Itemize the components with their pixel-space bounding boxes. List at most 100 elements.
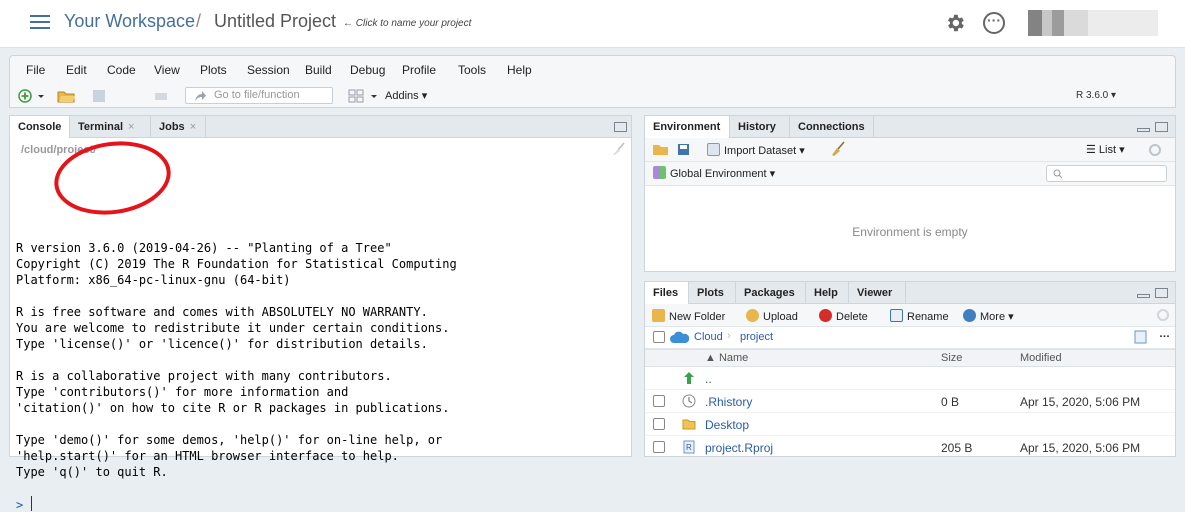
menu-view[interactable]: View bbox=[154, 63, 180, 77]
file-name[interactable]: .. bbox=[705, 372, 712, 386]
addins-menu[interactable]: Addins ▾ bbox=[385, 89, 427, 102]
maximize-pane-icon[interactable] bbox=[1155, 122, 1168, 132]
chevron-down-icon[interactable] bbox=[37, 89, 45, 103]
environment-search-input[interactable] bbox=[1046, 165, 1167, 182]
print-icon bbox=[155, 93, 167, 100]
menu-build[interactable]: Build bbox=[305, 63, 332, 77]
minimize-pane-icon[interactable] bbox=[1137, 128, 1150, 132]
menu-profile[interactable]: Profile bbox=[402, 63, 436, 77]
menu-edit[interactable]: Edit bbox=[66, 63, 87, 77]
rename-button[interactable]: Rename bbox=[890, 309, 949, 323]
tab-history[interactable]: History bbox=[730, 116, 790, 138]
clear-console-broom-icon[interactable] bbox=[610, 142, 626, 156]
menu-debug[interactable]: Debug bbox=[350, 63, 385, 77]
delete-button[interactable]: Delete bbox=[819, 309, 868, 323]
goto-file-input[interactable]: Go to file/function bbox=[185, 87, 333, 104]
column-name-label: Name bbox=[718, 352, 749, 364]
table-row[interactable]: .Rhistory 0 B Apr 15, 2020, 5:06 PM bbox=[645, 390, 1175, 413]
file-modified: Apr 15, 2020, 5:06 PM bbox=[1020, 441, 1141, 455]
menu-session[interactable]: Session bbox=[247, 63, 290, 77]
column-size-header[interactable]: Size bbox=[941, 352, 962, 364]
addins-label: Addins bbox=[385, 90, 419, 102]
breadcrumb-cloud[interactable]: Cloud bbox=[694, 331, 723, 343]
environment-toolbar: Import Dataset ▾ ☰ List ▾ bbox=[645, 138, 1175, 162]
tab-connections[interactable]: Connections bbox=[790, 116, 874, 138]
tab-environment[interactable]: Environment bbox=[645, 116, 730, 138]
table-row[interactable]: R project.Rproj 205 B Apr 15, 2020, 5:06… bbox=[645, 436, 1175, 459]
upload-label: Upload bbox=[763, 311, 798, 323]
row-checkbox[interactable] bbox=[653, 395, 665, 407]
close-icon[interactable]: × bbox=[190, 121, 196, 133]
grid-layout-icon[interactable] bbox=[348, 89, 364, 103]
top-bar: Your Workspace / Untitled Project ← Clic… bbox=[0, 0, 1185, 48]
new-folder-button[interactable]: New Folder bbox=[652, 309, 725, 323]
tab-console[interactable]: Console bbox=[10, 116, 70, 138]
environment-tabstrip: Environment History Connections bbox=[645, 116, 1175, 138]
menu-code[interactable]: Code bbox=[107, 63, 136, 77]
select-all-checkbox[interactable] bbox=[653, 331, 665, 343]
refresh-icon[interactable] bbox=[1156, 308, 1170, 322]
more-menu[interactable]: More ▾ bbox=[963, 309, 1014, 323]
rename-icon bbox=[890, 309, 903, 322]
tab-jobs[interactable]: Jobs × bbox=[151, 116, 206, 138]
open-folder-icon[interactable] bbox=[57, 89, 77, 103]
chevron-down-icon[interactable] bbox=[370, 89, 378, 103]
more-options-icon[interactable]: … bbox=[1159, 328, 1170, 340]
save-icon[interactable] bbox=[92, 89, 106, 103]
gear-icon[interactable] bbox=[944, 12, 966, 34]
tab-terminal-label: Terminal bbox=[78, 121, 124, 133]
refresh-icon[interactable] bbox=[1148, 143, 1162, 157]
more-options-icon[interactable]: ··· bbox=[983, 12, 1005, 34]
maximize-pane-icon[interactable] bbox=[1155, 288, 1168, 298]
menu-help[interactable]: Help bbox=[507, 63, 532, 77]
hamburger-menu-icon[interactable] bbox=[30, 15, 50, 29]
rproj-icon[interactable] bbox=[1134, 330, 1147, 344]
import-dataset-button[interactable]: Import Dataset ▾ bbox=[707, 143, 805, 157]
console-line: Type 'demo()' for some demos, 'help()' f… bbox=[16, 433, 443, 447]
tab-console-label: Console bbox=[18, 121, 62, 133]
upload-button[interactable]: Upload bbox=[746, 309, 798, 323]
file-name[interactable]: Desktop bbox=[705, 418, 749, 432]
project-title[interactable]: Untitled Project bbox=[214, 11, 336, 32]
console-prompt[interactable]: > bbox=[16, 498, 23, 512]
tab-terminal[interactable]: Terminal × bbox=[70, 116, 151, 138]
new-file-icon[interactable] bbox=[18, 89, 32, 103]
r-version-menu[interactable]: R 3.6.0 ▾ bbox=[1076, 90, 1116, 101]
user-account-blurred[interactable] bbox=[1028, 10, 1158, 36]
table-row[interactable]: .. bbox=[645, 367, 1175, 390]
tab-plots[interactable]: Plots bbox=[689, 282, 736, 304]
menu-tools[interactable]: Tools bbox=[458, 63, 486, 77]
save-workspace-icon[interactable] bbox=[677, 143, 690, 156]
list-view-menu[interactable]: ☰ List ▾ bbox=[1086, 143, 1125, 156]
file-name[interactable]: project.Rproj bbox=[705, 441, 773, 455]
workspace-link[interactable]: Your Workspace bbox=[64, 11, 195, 32]
row-checkbox[interactable] bbox=[653, 441, 665, 453]
close-icon[interactable]: × bbox=[128, 121, 134, 133]
list-label: List bbox=[1098, 144, 1117, 156]
clear-broom-icon[interactable] bbox=[830, 141, 846, 157]
column-name-header[interactable]: ▲ Name bbox=[705, 352, 748, 364]
table-row[interactable]: Desktop bbox=[645, 413, 1175, 436]
console-line: Type 'contributors()' for more informati… bbox=[16, 385, 349, 399]
environment-icon bbox=[653, 166, 666, 179]
tab-files[interactable]: Files bbox=[645, 282, 689, 304]
menu-file[interactable]: File bbox=[26, 63, 45, 77]
tab-viewer[interactable]: Viewer bbox=[849, 282, 906, 304]
menu-plots[interactable]: Plots bbox=[200, 63, 227, 77]
more-label: More bbox=[980, 311, 1006, 323]
file-name[interactable]: .Rhistory bbox=[705, 395, 752, 409]
column-modified-header[interactable]: Modified bbox=[1020, 352, 1062, 364]
row-checkbox[interactable] bbox=[653, 418, 665, 430]
working-directory[interactable]: /cloud/project/ bbox=[21, 144, 96, 156]
minimize-pane-icon[interactable] bbox=[1137, 294, 1150, 298]
load-workspace-icon[interactable] bbox=[652, 143, 670, 156]
tab-help[interactable]: Help bbox=[806, 282, 849, 304]
breadcrumb-project[interactable]: project bbox=[740, 331, 773, 343]
restore-pane-icon[interactable] bbox=[614, 122, 627, 132]
console-line: R version 3.6.0 (2019-04-26) -- "Plantin… bbox=[16, 241, 392, 255]
global-environment-menu[interactable]: Global Environment ▾ bbox=[653, 166, 775, 180]
tab-packages[interactable]: Packages bbox=[736, 282, 806, 304]
folder-icon bbox=[682, 419, 696, 430]
